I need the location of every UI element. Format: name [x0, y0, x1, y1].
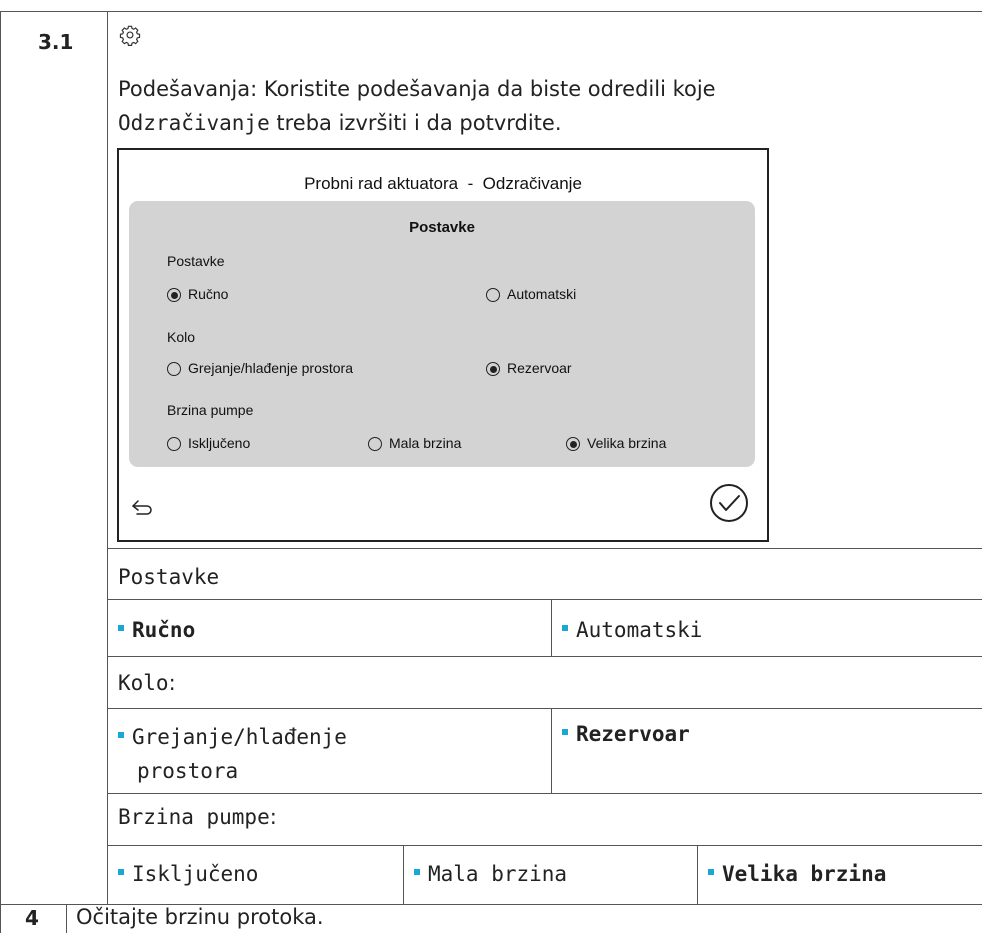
radio-rucno[interactable] — [167, 288, 181, 302]
step-description: Podešavanja: Koristite podešavanja da bi… — [118, 72, 968, 140]
radio-mala-brzina[interactable] — [368, 437, 382, 451]
radio-automatski[interactable] — [486, 288, 500, 302]
table-option-grejanje: Grejanje/hlađenje prostora — [118, 720, 347, 788]
table-rule-3 — [107, 656, 982, 657]
description-code: Odzračivanje — [118, 111, 270, 135]
radio-rezervoar[interactable] — [486, 362, 500, 376]
table-col-rule-1 — [551, 599, 552, 656]
step-column-rule — [107, 11, 108, 904]
group-label-postavke: Postavke — [167, 253, 225, 269]
radio-label-velika-brzina: Velika brzina — [587, 435, 667, 451]
step4-text: Očitajte brzinu protoka. — [76, 905, 324, 929]
group-label-kolo: Kolo — [167, 329, 196, 345]
step-number-4: 4 — [25, 906, 39, 930]
bullet-icon — [118, 732, 124, 738]
table-col-rule-2 — [551, 708, 552, 793]
table-option-velika-brzina: Velika brzina — [708, 862, 886, 886]
table-rule-5 — [107, 793, 982, 794]
radio-velika-brzina[interactable] — [566, 437, 580, 451]
step-number: 3.1 — [38, 30, 74, 54]
table-option-automatski: Automatski — [562, 618, 702, 642]
step4-rule — [66, 904, 67, 933]
table-header-kolo: Kolo: — [118, 671, 176, 695]
settings-panel: Postavke Postavke Ručno Automatski Kolo … — [129, 201, 755, 467]
table-rule-1 — [107, 548, 982, 549]
table-option-iskljuceno: Isključeno — [118, 862, 258, 886]
bullet-icon — [118, 625, 124, 631]
table-rule-4 — [107, 708, 982, 709]
bullet-icon — [118, 869, 124, 875]
table-header-postavke: Postavke — [118, 565, 220, 589]
description-prefix: Podešavanja: Koristite podešavanja da bi… — [118, 77, 716, 101]
table-rule-2 — [107, 599, 982, 600]
radio-grejanje[interactable] — [167, 362, 181, 376]
table-col-rule-3 — [403, 845, 404, 904]
table-option-rezervoar: Rezervoar — [562, 722, 690, 746]
radio-label-rezervoar: Rezervoar — [507, 360, 572, 376]
bullet-icon — [708, 869, 714, 875]
radio-label-mala-brzina: Mala brzina — [389, 435, 462, 451]
table-rule-6 — [107, 845, 982, 846]
table-col-rule-4 — [697, 845, 698, 904]
radio-label-automatski: Automatski — [507, 286, 577, 302]
bullet-icon — [562, 729, 568, 735]
table-header-brzina: Brzina pumpe: — [118, 805, 277, 829]
checkmark-circle-icon[interactable] — [709, 483, 749, 523]
back-arrow-icon[interactable] — [131, 497, 155, 517]
gear-icon — [119, 24, 141, 46]
bullet-icon — [414, 869, 420, 875]
top-rule — [0, 11, 982, 12]
table-option-mala-brzina: Mala brzina — [414, 862, 567, 886]
radio-label-grejanje: Grejanje/hlađenje prostora — [188, 360, 353, 376]
group-label-brzina: Brzina pumpe — [167, 402, 254, 418]
screen-title: Probni rad aktuatora - Odzračivanje — [304, 174, 582, 193]
device-screen: Probni rad aktuatora - Odzračivanje Post… — [117, 148, 769, 542]
radio-label-rucno: Ručno — [188, 286, 229, 302]
table-option-rucno: Ručno — [118, 618, 195, 642]
description-suffix: treba izvršiti i da potvrdite. — [269, 111, 562, 135]
radio-label-iskljuceno: Isključeno — [188, 435, 251, 451]
radio-iskljuceno[interactable] — [167, 437, 181, 451]
left-rule — [0, 11, 1, 933]
bullet-icon — [562, 625, 568, 631]
panel-title: Postavke — [409, 219, 475, 236]
